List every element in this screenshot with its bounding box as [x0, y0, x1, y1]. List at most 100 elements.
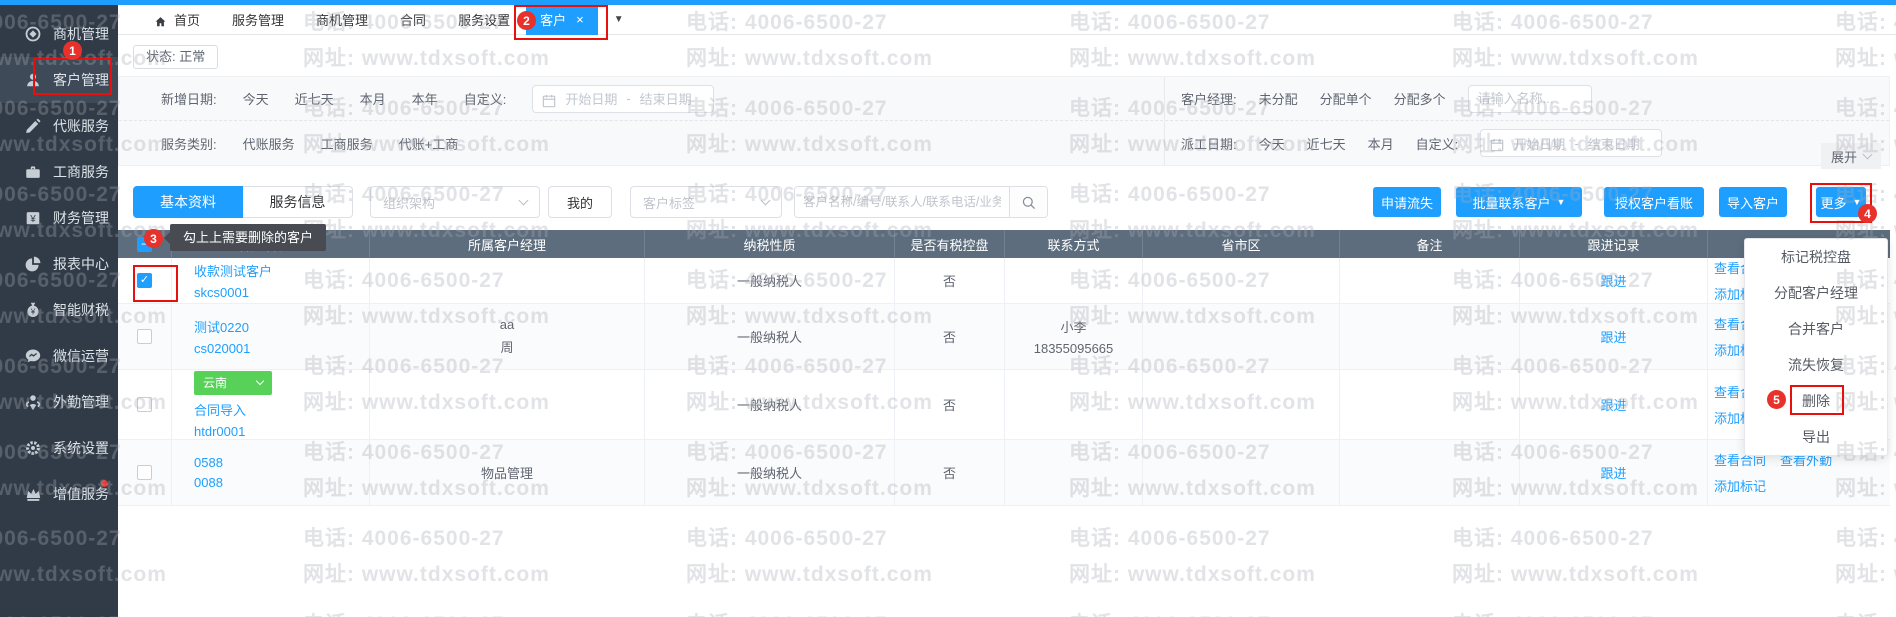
tab-service-mgmt[interactable]: 服务管理: [216, 5, 300, 35]
sidebar-item-system-settings[interactable]: 系统设置: [0, 425, 118, 471]
check-icon: ✓: [140, 275, 149, 286]
apply-loss-button[interactable]: 申请流失: [1373, 187, 1441, 217]
filter-option-assign-single[interactable]: 分配单个: [1320, 89, 1372, 108]
date-start-placeholder: 开始日期: [1513, 134, 1565, 153]
more-button[interactable]: 更多 ▼: [1816, 187, 1866, 217]
filter-option-bookkeeping[interactable]: 代账服务: [243, 134, 295, 153]
filter-option-both[interactable]: 代账+工商: [399, 134, 459, 153]
sidebar-item-customer-mgmt[interactable]: 客户管理: [0, 57, 118, 103]
svg-text:¥: ¥: [30, 308, 36, 317]
mine-button[interactable]: 我的: [548, 186, 612, 218]
toggle-service-info[interactable]: 服务信息: [243, 186, 353, 218]
follow-link[interactable]: 跟进: [1600, 463, 1626, 482]
filter-option-7days[interactable]: 近七天: [1307, 134, 1346, 153]
top-accent-bar: [0, 0, 1896, 5]
search-button[interactable]: [1009, 187, 1047, 217]
menu-item-loss-recovery[interactable]: 流失恢复: [1745, 347, 1887, 383]
sidebar: 商机管理 客户管理 代账服务 工商服务 ¥ 财务管理 报表中心 ¥ 智能财税 微…: [0, 5, 118, 617]
tab-overflow-caret-icon[interactable]: ▼: [614, 14, 624, 25]
filter-option-today[interactable]: 今天: [243, 89, 269, 108]
status-filter-tag[interactable]: 状态: 正常: [133, 45, 218, 69]
filter-option-assign-multi[interactable]: 分配多个: [1394, 89, 1446, 108]
gear-icon: [24, 439, 42, 457]
row-checkbox[interactable]: [137, 397, 152, 412]
menu-item-delete[interactable]: 删除: [1745, 383, 1887, 419]
filter-option-custom[interactable]: 自定义:: [464, 89, 507, 108]
menu-item-mark-tax-disk[interactable]: 标记税控盘: [1745, 239, 1887, 275]
cell-note: [1340, 440, 1520, 506]
sidebar-item-industrial-commercial[interactable]: 工商服务: [0, 149, 118, 195]
follow-link[interactable]: 跟进: [1600, 327, 1626, 346]
sidebar-item-label: 外勤管理: [53, 392, 109, 412]
sidebar-item-report-center[interactable]: 报表中心: [0, 241, 118, 287]
tab-customer-active[interactable]: 客户 ×: [526, 5, 598, 35]
menu-item-merge-customer[interactable]: 合并客户: [1745, 311, 1887, 347]
sidebar-item-bookkeeping[interactable]: 代账服务: [0, 103, 118, 149]
add-mark-link[interactable]: 添加标记: [1714, 476, 1766, 495]
tab-contract[interactable]: 合同: [384, 5, 442, 35]
filter-option-custom[interactable]: 自定义:: [1416, 134, 1459, 153]
filter-option-7days[interactable]: 近七天: [295, 89, 334, 108]
cell-region: [1143, 370, 1340, 440]
manager-name-input[interactable]: [1468, 85, 1592, 113]
follow-link[interactable]: 跟进: [1600, 271, 1626, 290]
menu-item-assign-manager[interactable]: 分配客户经理: [1745, 275, 1887, 311]
filter-option-today[interactable]: 今天: [1259, 134, 1285, 153]
filter-option-unassigned[interactable]: 未分配: [1259, 89, 1298, 108]
row-checkbox[interactable]: [137, 465, 152, 480]
chevron-down-icon: [256, 377, 264, 385]
sidebar-item-business-opportunity[interactable]: 商机管理: [0, 11, 118, 57]
sidebar-item-smart-tax[interactable]: ¥ 智能财税: [0, 287, 118, 333]
batch-contact-button[interactable]: 批量联系客户 ▼: [1456, 187, 1582, 217]
sidebar-item-wechat-ops[interactable]: 微信运营: [0, 333, 118, 379]
filter-option-month[interactable]: 本月: [360, 89, 386, 108]
sidebar-item-label: 客户管理: [53, 70, 109, 90]
menu-item-export[interactable]: 导出: [1745, 419, 1887, 455]
customer-code-link[interactable]: skcs0001: [194, 285, 249, 300]
cell-contact: 小李18355095665: [1005, 304, 1143, 370]
sidebar-item-field-work[interactable]: 外勤管理: [0, 379, 118, 425]
cell-contact: [1005, 370, 1143, 440]
caret-down-icon: ▼: [1853, 198, 1862, 207]
select-all-checkbox[interactable]: −: [137, 237, 152, 252]
person-pin-icon: [24, 393, 42, 411]
table-row: ✓ 收款测试客户 skcs0001 一般纳税人 否 跟进 查看合同 添加标记: [118, 258, 1890, 304]
date-end-placeholder: 结束日期: [1588, 134, 1640, 153]
tab-home[interactable]: 首页: [138, 5, 216, 35]
authorize-view-button[interactable]: 授权客户看账: [1604, 187, 1704, 217]
sidebar-item-label: 财务管理: [53, 208, 109, 228]
sidebar-item-value-added[interactable]: 增值服务: [0, 471, 118, 517]
expand-button[interactable]: 展开: [1821, 143, 1881, 169]
date-range-picker[interactable]: 开始日期 - 结束日期: [1480, 129, 1662, 157]
customer-name-link[interactable]: 测试0220: [194, 317, 249, 336]
toggle-basic-info[interactable]: 基本资料: [133, 186, 243, 218]
import-customer-button[interactable]: 导入客户: [1719, 187, 1787, 217]
region-tag[interactable]: 云南: [194, 371, 272, 395]
tab-service-settings[interactable]: 服务设置: [442, 5, 526, 35]
search-input[interactable]: [795, 187, 1009, 217]
date-end-placeholder: 结束日期: [640, 89, 692, 108]
customer-tag-select[interactable]: 客户标签: [630, 186, 782, 218]
date-range-picker[interactable]: 开始日期 - 结束日期: [532, 85, 714, 113]
customer-name-link[interactable]: 收款测试客户: [194, 261, 272, 280]
customer-code-link[interactable]: htdr0001: [194, 424, 245, 439]
row-checkbox[interactable]: ✓: [137, 273, 152, 288]
filter-option-month[interactable]: 本月: [1368, 134, 1394, 153]
notification-dot: [101, 480, 108, 487]
close-icon[interactable]: ×: [576, 12, 584, 27]
row-checkbox[interactable]: [137, 329, 152, 344]
filter-service-type-group: 服务类别: 代账服务 工商服务 代账+工商: [119, 121, 1165, 165]
svg-text:¥: ¥: [29, 214, 36, 225]
customer-code-link[interactable]: 0088: [194, 475, 223, 490]
filter-option-industrial[interactable]: 工商服务: [321, 134, 373, 153]
customer-name-link[interactable]: 合同导入: [194, 400, 246, 419]
tab-label: 首页: [174, 10, 200, 29]
tab-opportunity-mgmt[interactable]: 商机管理: [300, 5, 384, 35]
follow-link[interactable]: 跟进: [1600, 395, 1626, 414]
filter-option-year[interactable]: 本年: [412, 89, 438, 108]
table-row: 0588 0088 物品管理 一般纳税人 否 跟进 查看合同 查看外勤 添加标记: [118, 440, 1890, 506]
customer-code-link[interactable]: cs020001: [194, 341, 250, 356]
customer-name-link[interactable]: 0588: [194, 455, 223, 470]
sidebar-item-finance-mgmt[interactable]: ¥ 财务管理: [0, 195, 118, 241]
org-structure-select[interactable]: 组织架构: [370, 186, 540, 218]
